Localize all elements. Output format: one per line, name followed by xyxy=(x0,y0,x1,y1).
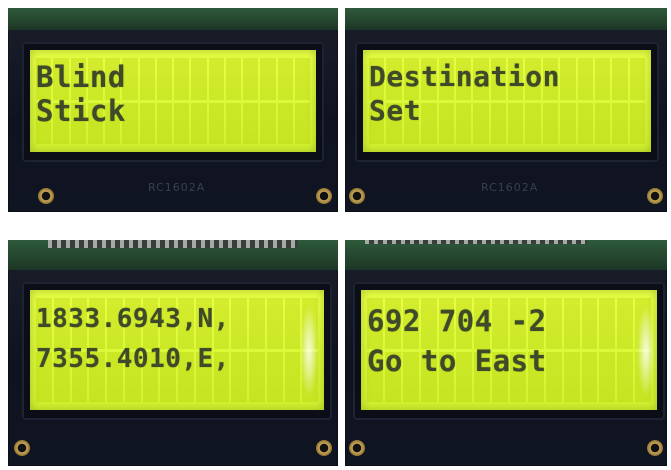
backlight-glare xyxy=(300,304,318,398)
header-pins xyxy=(48,240,298,248)
pcb-strip xyxy=(8,240,338,270)
lcd-photo-blind-stick: Blind Stick RC1602A xyxy=(8,8,338,212)
lcd-line-1: 1833.6943,N, xyxy=(36,304,230,334)
pcb-strip xyxy=(8,8,338,30)
mounting-hole xyxy=(349,188,365,204)
pcb-strip xyxy=(345,8,667,30)
backlight-glare xyxy=(637,304,655,398)
lcd-screen: Destination Set xyxy=(363,50,651,152)
lcd-line-2: 7355.4010,E, xyxy=(36,344,230,374)
mounting-hole xyxy=(316,188,332,204)
lcd-line-2: Go to East xyxy=(367,344,547,378)
mounting-hole xyxy=(349,440,365,456)
lcd-line-2: Stick xyxy=(36,94,126,128)
lcd-bezel: 1833.6943,N, 7355.4010,E, xyxy=(22,282,332,420)
lcd-bezel: Blind Stick xyxy=(22,42,324,162)
lcd-photo-coordinates: 1833.6943,N, 7355.4010,E, xyxy=(8,240,338,466)
lcd-screen: 692 704 -2 Go to East xyxy=(361,290,657,410)
header-pins xyxy=(365,240,587,244)
mounting-hole xyxy=(647,188,663,204)
lcd-bezel: 692 704 -2 Go to East xyxy=(353,282,665,420)
lcd-model-label: RC1602A xyxy=(481,181,539,194)
lcd-screen: Blind Stick xyxy=(30,50,316,152)
lcd-line-1: Blind xyxy=(36,60,126,94)
mounting-hole xyxy=(647,440,663,456)
lcd-screen: 1833.6943,N, 7355.4010,E, xyxy=(30,290,324,410)
lcd-bezel: Destination Set xyxy=(355,42,659,162)
pcb-strip xyxy=(345,240,667,270)
lcd-photo-destination-set: Destination Set RC1602A xyxy=(345,8,667,212)
lcd-line-1: Destination xyxy=(369,60,560,93)
lcd-line-1: 692 704 -2 xyxy=(367,304,547,338)
mounting-hole xyxy=(316,440,332,456)
lcd-model-label: RC1602A xyxy=(148,181,206,194)
mounting-hole xyxy=(38,188,54,204)
lcd-photo-direction: 692 704 -2 Go to East xyxy=(345,240,667,466)
lcd-line-2: Set xyxy=(369,94,422,127)
mounting-hole xyxy=(14,440,30,456)
